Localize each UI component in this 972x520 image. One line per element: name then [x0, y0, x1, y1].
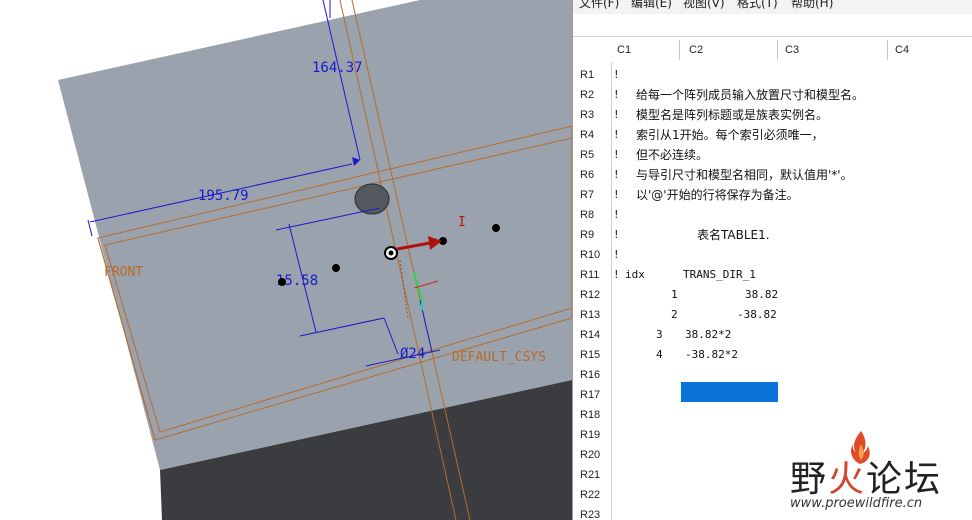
comment-mark: ! — [613, 108, 620, 121]
comment-mark: ! — [613, 168, 620, 181]
watermark-url: www.proewildfire.cn — [790, 496, 923, 511]
row-label[interactable]: R11 — [580, 269, 599, 281]
menu-file[interactable]: 文件(F) — [579, 0, 619, 11]
row-label[interactable]: R14 — [580, 329, 600, 341]
selected-cell[interactable] — [681, 382, 778, 402]
menu-help[interactable]: 帮助(H) — [791, 0, 833, 11]
pattern-point[interactable] — [332, 264, 340, 272]
row-label[interactable]: R9 — [580, 229, 594, 241]
row-label[interactable]: R6 — [580, 169, 594, 181]
comment-text[interactable]: 模型名是阵列标题或是族表实例名。 — [636, 106, 828, 123]
column-header-c1[interactable]: C1 — [617, 38, 631, 62]
table-row-index[interactable]: 4 — [656, 348, 663, 361]
row-label[interactable]: R1 — [580, 69, 594, 81]
comment-mark: ! — [613, 128, 620, 141]
row-label[interactable]: R3 — [580, 109, 594, 121]
row-label[interactable]: R21 — [580, 469, 600, 481]
row-label[interactable]: R13 — [580, 309, 600, 321]
comment-text[interactable]: 索引从1开始。每个索引必须唯一， — [636, 126, 824, 143]
comment-mark: ! — [613, 68, 620, 81]
comment-text[interactable]: 以'@'开始的行将保存为备注。 — [636, 186, 799, 203]
menu-format[interactable]: 格式(T) — [737, 0, 778, 11]
table-row-value[interactable]: -38.82*2 — [685, 348, 738, 361]
table-row-value[interactable]: 38.82 — [745, 288, 778, 301]
menu-bar: 文件(F) 编辑(E) 视图(V) 格式(T) 帮助(H) — [573, 0, 972, 14]
comment-text[interactable]: 表名TABLE1. — [697, 226, 770, 243]
comment-mark: ! — [613, 88, 620, 101]
dimension-195[interactable]: 195.79 — [198, 188, 249, 204]
table-row-index[interactable]: 1 — [671, 288, 678, 301]
pattern-point[interactable] — [278, 278, 286, 286]
menu-edit[interactable]: 编辑(E) — [631, 0, 672, 11]
comment-mark: ! — [613, 148, 620, 161]
row-label[interactable]: R2 — [580, 89, 594, 101]
column-header-c4[interactable]: C4 — [895, 38, 909, 62]
table-header-idx[interactable]: idx — [625, 268, 645, 281]
row-label[interactable]: R16 — [580, 369, 600, 381]
datum-csys-label: DEFAULT_CSYS — [452, 350, 546, 365]
dimension-diameter[interactable]: Ø24 — [400, 346, 425, 362]
row-label[interactable]: R23 — [580, 509, 600, 520]
column-header-c2[interactable]: C2 — [689, 38, 703, 62]
row-label[interactable]: R17 — [580, 389, 600, 401]
row-label[interactable]: R15 — [580, 349, 600, 361]
datum-front-label: FRONT — [104, 265, 143, 280]
row-label[interactable]: R5 — [580, 149, 594, 161]
column-header-c3[interactable]: C3 — [785, 38, 799, 62]
row-label[interactable]: R20 — [580, 449, 600, 461]
row-label[interactable]: R7 — [580, 189, 594, 201]
comment-text[interactable]: 给每一个阵列成员输入放置尺寸和模型名。 — [636, 86, 864, 103]
viewport-canvas[interactable]: 164.37 195.79 15.58 Ø24 FRONT DEFAULT_CS… — [0, 0, 572, 520]
comment-text[interactable]: 与导引尺寸和模型名相同，默认值用'*'。 — [636, 166, 853, 183]
comment-mark: ! — [613, 248, 620, 261]
row-label[interactable]: R4 — [580, 129, 594, 141]
comment-mark: ! — [613, 228, 620, 241]
comment-mark: ! — [613, 208, 620, 221]
comment-text[interactable]: 但不必连续。 — [636, 146, 708, 163]
table-row-value[interactable]: 38.82*2 — [685, 328, 731, 341]
comment-mark: ! — [613, 268, 620, 281]
row-label[interactable]: R19 — [580, 429, 600, 441]
watermark-title: 野火论坛 — [790, 459, 943, 500]
dimension-164[interactable]: 164.37 — [312, 60, 363, 76]
row-label[interactable]: R22 — [580, 489, 600, 501]
model-viewport[interactable]: 164.37 195.79 15.58 Ø24 FRONT DEFAULT_CS… — [0, 0, 572, 520]
forum-watermark: 野火论坛 www.proewildfire.cn — [790, 432, 970, 520]
row-label[interactable]: R18 — [580, 409, 600, 421]
row-label[interactable]: R12 — [580, 289, 600, 301]
table-header-param[interactable]: TRANS_DIR_1 — [683, 268, 756, 281]
table-row-index[interactable]: 3 — [656, 328, 663, 341]
pattern-point[interactable] — [492, 224, 500, 232]
cursor-mark: I — [458, 215, 466, 230]
row-label[interactable]: R8 — [580, 209, 594, 221]
row-label[interactable]: R10 — [580, 249, 600, 261]
table-row-value[interactable]: -38.82 — [737, 308, 777, 321]
menu-view[interactable]: 视图(V) — [683, 0, 725, 11]
toolbar — [573, 14, 972, 37]
table-row-index[interactable]: 2 — [671, 308, 678, 321]
comment-mark: ! — [613, 188, 620, 201]
